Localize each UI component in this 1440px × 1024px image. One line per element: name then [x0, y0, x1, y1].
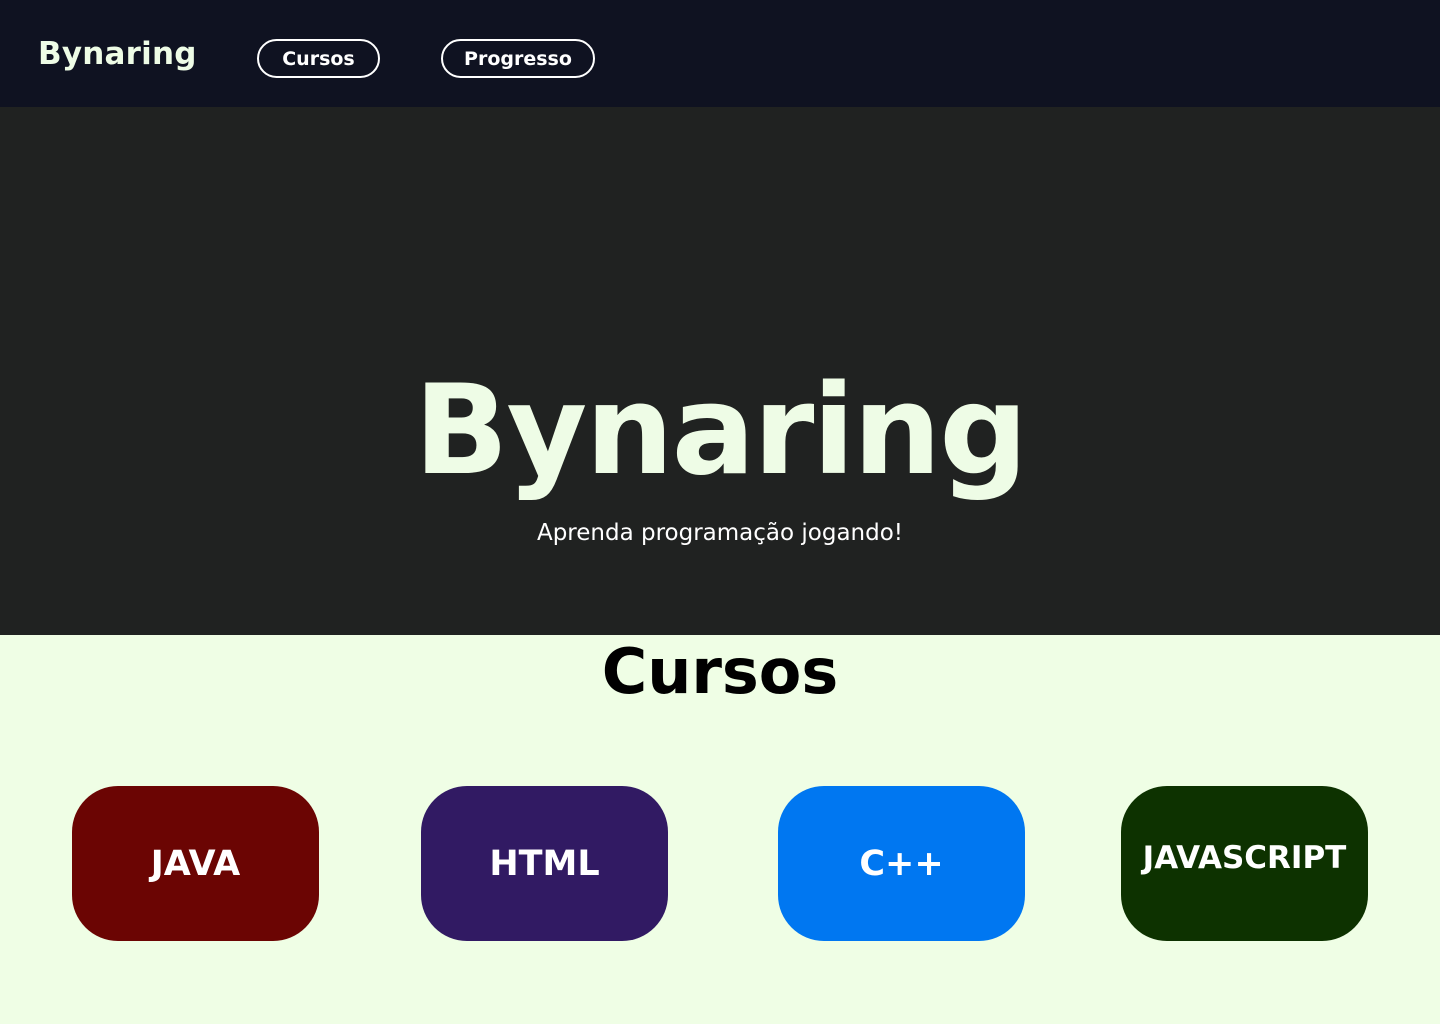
nav-button-cursos[interactable]: Cursos [257, 39, 380, 78]
hero-section: Bynaring Aprenda programação jogando! [0, 107, 1440, 635]
navbar: Bynaring Cursos Progresso [0, 0, 1440, 107]
courses-title: Cursos [601, 635, 839, 708]
course-card-html[interactable]: HTML [421, 786, 668, 941]
course-card-javascript[interactable]: JAVASCRIPT [1121, 786, 1368, 941]
hero-title: Bynaring [414, 359, 1028, 503]
course-card-cpp[interactable]: C++ [778, 786, 1025, 941]
hero-subtitle: Aprenda programação jogando! [536, 520, 904, 546]
course-card-java[interactable]: JAVA [72, 786, 319, 941]
courses-section: Cursos JAVA HTML C++ JAVASCRIPT [0, 635, 1440, 1024]
nav-logo[interactable]: Bynaring [38, 34, 197, 74]
nav-button-progresso[interactable]: Progresso [441, 39, 595, 78]
